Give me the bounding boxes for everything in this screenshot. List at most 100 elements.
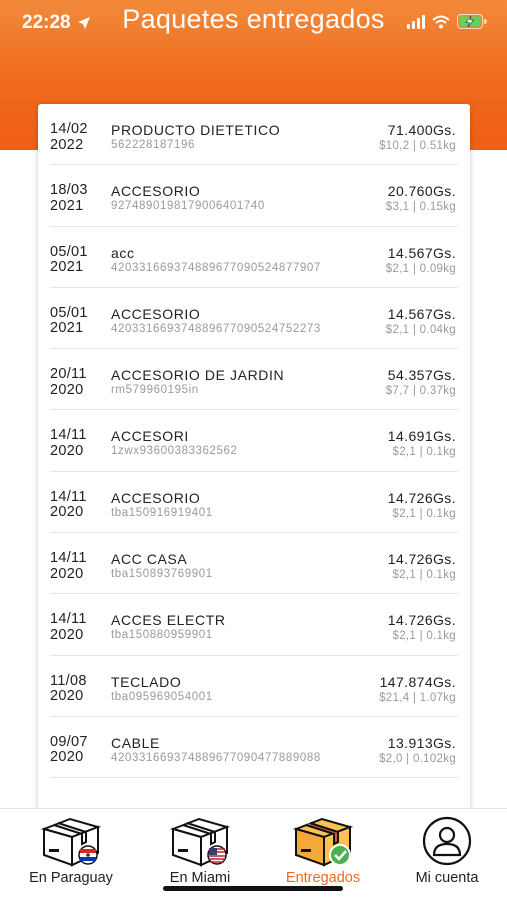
package-row[interactable]: 18/03 2021 ACCESORIO 9274890198179006401740… xyxy=(50,165,458,227)
package-price: 14.567Gs. xyxy=(387,305,456,322)
package-date: 14/11 2020 xyxy=(50,551,87,582)
package-date: 14/11 2020 xyxy=(50,612,87,643)
package-price: 14.726Gs. xyxy=(387,612,456,629)
tab-label: En Paraguay xyxy=(29,870,113,886)
package-date: 05/01 2021 xyxy=(50,304,88,337)
package-tracking: 562228187196 xyxy=(111,139,195,151)
status-icons xyxy=(407,14,487,29)
package-tracking: tba150916919401 xyxy=(111,506,213,519)
package-description: acc xyxy=(111,244,135,261)
package-description: PRODUCTO DIETETICO xyxy=(111,122,281,138)
package-date: 20/11 2020 xyxy=(50,367,87,398)
package-date-year: 2021 xyxy=(50,320,84,337)
package-price: 14.691Gs. xyxy=(387,428,456,445)
package-details: $2,0 | 0.102kg xyxy=(379,752,456,765)
package-price: 54.357Gs. xyxy=(387,367,456,384)
package-date-year: 2020 xyxy=(50,504,84,521)
package-date-day: 18/03 xyxy=(50,182,88,199)
package-details: $2,1 | 0.1kg xyxy=(392,630,456,643)
cellular-signal-icon xyxy=(407,14,425,29)
package-price: 20.760Gs. xyxy=(387,183,456,200)
package-price: 147.874Gs. xyxy=(379,673,456,690)
package-details: $2,1 | 0.09kg xyxy=(385,262,456,275)
package-tracking: 420331669374889677090524877907 xyxy=(111,261,321,274)
package-date-year: 2021 xyxy=(50,259,84,276)
package-date-day: 11/08 xyxy=(50,672,87,689)
package-description: ACCESORI xyxy=(111,428,189,445)
package-description: CABLE xyxy=(111,734,160,751)
package-details: $2,1 | 0.04kg xyxy=(385,323,456,336)
box-usa-icon xyxy=(169,817,231,867)
package-description: ACCESORIO xyxy=(111,489,201,506)
package-date: 14/11 2020 xyxy=(50,428,87,459)
package-date: 09/07 2020 xyxy=(50,733,88,766)
tab-label: En Miami xyxy=(169,870,231,886)
package-date: 14/02 2022 xyxy=(50,121,88,153)
tab-en-paraguay[interactable]: En Paraguay xyxy=(8,815,134,886)
package-date-year: 2020 xyxy=(50,442,84,459)
package-date-day: 05/01 xyxy=(50,243,88,260)
package-row[interactable]: 14/11 2020 ACCES ELECTR tba150880959901 14.7… xyxy=(50,594,458,656)
package-date-day: 14/11 xyxy=(50,611,87,628)
box-delivered-icon xyxy=(292,817,354,867)
package-date-year: 2020 xyxy=(50,688,84,705)
package-date-year: 2020 xyxy=(50,626,84,643)
package-date-year: 2022 xyxy=(50,136,84,153)
package-date: 18/03 2021 xyxy=(50,183,88,214)
package-details: $2,1 | 0.1kg xyxy=(392,507,456,520)
package-date-year: 2020 xyxy=(50,749,84,766)
package-row[interactable]: 14/11 2020 ACCESORI 1zwx93600383362562 14.69… xyxy=(50,410,458,472)
package-description: TECLADO xyxy=(111,673,182,690)
packages-list[interactable]: 14/02 2022 PRODUCTO DIETETICO 562228187196 7… xyxy=(38,104,470,824)
package-row[interactable]: 11/08 2020 TECLADO tba095969054001 147.874Gs… xyxy=(50,656,458,717)
package-date-day: 05/01 xyxy=(50,304,88,321)
package-row[interactable]: 14/11 2020 ACC CASA tba150893769901 14.726Gs… xyxy=(50,533,458,595)
package-tracking: tba095969054001 xyxy=(111,690,213,703)
box-paraguay-icon xyxy=(40,817,102,867)
package-row[interactable]: 14/11 2020 ACCESORIO tba150916919401 14.726G… xyxy=(50,472,458,534)
package-tracking: 9274890198179006401740 xyxy=(111,200,265,213)
package-price: 14.726Gs. xyxy=(387,551,456,568)
package-details: $2,1 | 0.1kg xyxy=(392,446,456,459)
package-tracking: 1zwx93600383362562 xyxy=(111,445,238,458)
package-date-day: 14/11 xyxy=(50,427,87,444)
package-date-day: 14/11 xyxy=(50,488,87,505)
package-tracking: 420331669374889677090477889088 xyxy=(111,751,321,764)
package-price: 13.913Gs. xyxy=(387,734,456,751)
wifi-icon xyxy=(432,15,450,28)
package-details: $7,7 | 0.37kg xyxy=(385,385,456,398)
battery-charging-icon xyxy=(457,14,487,29)
package-date-year: 2021 xyxy=(50,197,84,214)
package-date-day: 14/11 xyxy=(50,550,87,567)
package-price: 71.400Gs. xyxy=(387,122,456,138)
package-tracking: tba150893769901 xyxy=(111,568,213,581)
package-tracking: rm579960195in xyxy=(111,384,199,397)
tab-entregados[interactable]: Entregados xyxy=(260,815,386,886)
package-date-day: 20/11 xyxy=(50,366,87,383)
package-description: ACCESORIO xyxy=(111,183,201,200)
tab-label: Entregados xyxy=(285,870,361,886)
package-details: $2,1 | 0.1kg xyxy=(392,569,456,582)
package-row[interactable]: 05/01 2021 ACCESORIO 4203316693748896770905… xyxy=(50,288,458,350)
package-date: 11/08 2020 xyxy=(50,672,87,705)
package-row[interactable]: 05/01 2021 acc 4203316693748896770905248779… xyxy=(50,227,458,288)
package-date-year: 2020 xyxy=(50,381,84,398)
tab-label: Mi cuenta xyxy=(415,870,479,886)
package-date-day: 14/02 xyxy=(50,121,88,137)
package-description: ACCESORIO xyxy=(111,305,201,322)
package-details: $21,4 | 1.07kg xyxy=(379,691,456,704)
package-description: ACCES ELECTR xyxy=(111,612,226,629)
package-tracking: 420331669374889677090524752273 xyxy=(111,322,321,335)
package-row[interactable]: 20/11 2020 ACCESORIO DE JARDIN rm579960195i… xyxy=(50,349,458,411)
package-price: 14.726Gs. xyxy=(387,489,456,506)
tab-mi-cuenta[interactable]: Mi cuenta xyxy=(384,815,507,886)
package-row[interactable]: 09/07 2020 CABLE 42033166937488967709047788… xyxy=(50,717,458,779)
tab-en-miami[interactable]: En Miami xyxy=(137,815,263,886)
package-description: ACCESORIO DE JARDIN xyxy=(111,367,285,384)
package-tracking: tba150880959901 xyxy=(111,629,213,642)
package-row[interactable]: 14/02 2022 PRODUCTO DIETETICO 562228187196 7… xyxy=(50,104,458,166)
package-date: 14/11 2020 xyxy=(50,488,87,521)
package-date-day: 09/07 xyxy=(50,733,88,750)
package-details: $10,2 | 0.51kg xyxy=(379,140,456,152)
home-indicator xyxy=(163,886,343,891)
